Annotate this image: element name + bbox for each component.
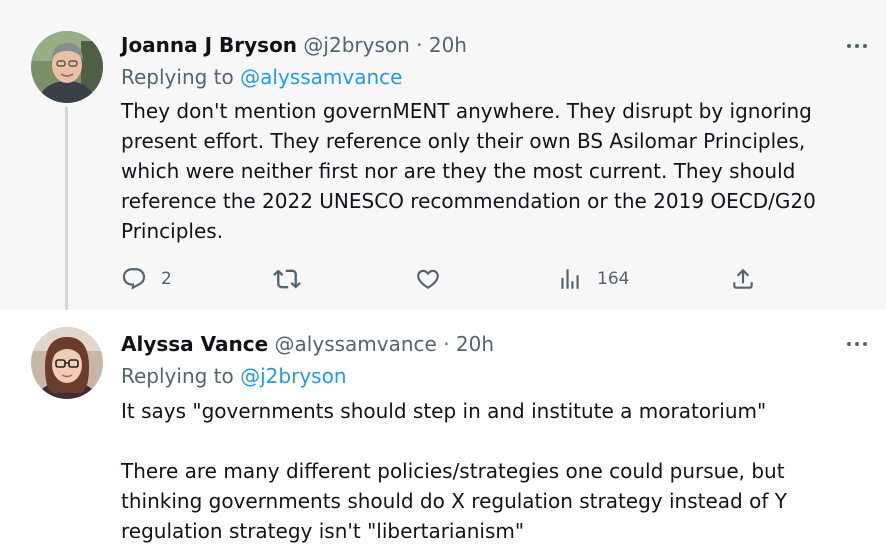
like-button[interactable] <box>415 262 441 296</box>
timestamp[interactable]: 20h <box>429 33 467 57</box>
separator: · <box>443 332 450 356</box>
tweet-joanna[interactable]: Joanna J Bryson @j2bryson · 20h Replying… <box>0 0 886 310</box>
more-icon[interactable] <box>842 332 872 356</box>
reply-button[interactable]: 2 <box>121 262 172 296</box>
tweet-thread: Joanna J Bryson @j2bryson · 20h Replying… <box>0 0 886 556</box>
avatar[interactable] <box>31 327 103 399</box>
handle[interactable]: @alyssamvance <box>275 332 437 356</box>
heart-icon <box>417 269 439 289</box>
tweet-paragraph: There are many different policies/strate… <box>121 459 787 543</box>
tweet-paragraph: They don't mention governMENT anywhere. … <box>121 99 816 243</box>
tweet-header: Alyssa Vance @alyssamvance · 20h <box>121 330 494 358</box>
reply-icon <box>122 268 146 290</box>
mention-link[interactable]: @alyssamvance <box>240 65 402 89</box>
more-icon[interactable] <box>842 34 872 58</box>
replying-to: Replying to @alyssamvance <box>121 63 402 91</box>
thread-line <box>65 107 68 310</box>
replying-prefix: Replying to <box>121 364 234 388</box>
replying-to: Replying to @j2bryson <box>121 362 347 390</box>
share-button[interactable] <box>730 262 756 296</box>
tweet-text: They don't mention governMENT anywhere. … <box>121 96 861 246</box>
views-icon <box>561 269 579 289</box>
retweet-icon <box>273 269 301 289</box>
avatar[interactable] <box>31 31 103 103</box>
tweet-text: It says "governments should step in and … <box>121 396 861 546</box>
separator: · <box>416 33 423 57</box>
tweet-paragraph: It says "governments should step in and … <box>121 399 767 423</box>
tweet-alyssa[interactable]: Alyssa Vance @alyssamvance · 20h Replyin… <box>0 310 886 556</box>
replying-prefix: Replying to <box>121 65 234 89</box>
mention-link[interactable]: @j2bryson <box>240 364 346 388</box>
handle[interactable]: @j2bryson <box>303 33 409 57</box>
views-button[interactable]: 164 <box>557 262 629 296</box>
share-icon <box>733 268 753 289</box>
tweet-header: Joanna J Bryson @j2bryson · 20h <box>121 31 467 59</box>
views-count: 164 <box>597 269 630 289</box>
timestamp[interactable]: 20h <box>456 332 494 356</box>
reply-count: 2 <box>161 269 172 289</box>
display-name[interactable]: Alyssa Vance <box>121 332 268 356</box>
action-bar: 2 164 <box>121 262 761 296</box>
display-name[interactable]: Joanna J Bryson <box>121 33 297 57</box>
retweet-button[interactable] <box>273 262 301 296</box>
